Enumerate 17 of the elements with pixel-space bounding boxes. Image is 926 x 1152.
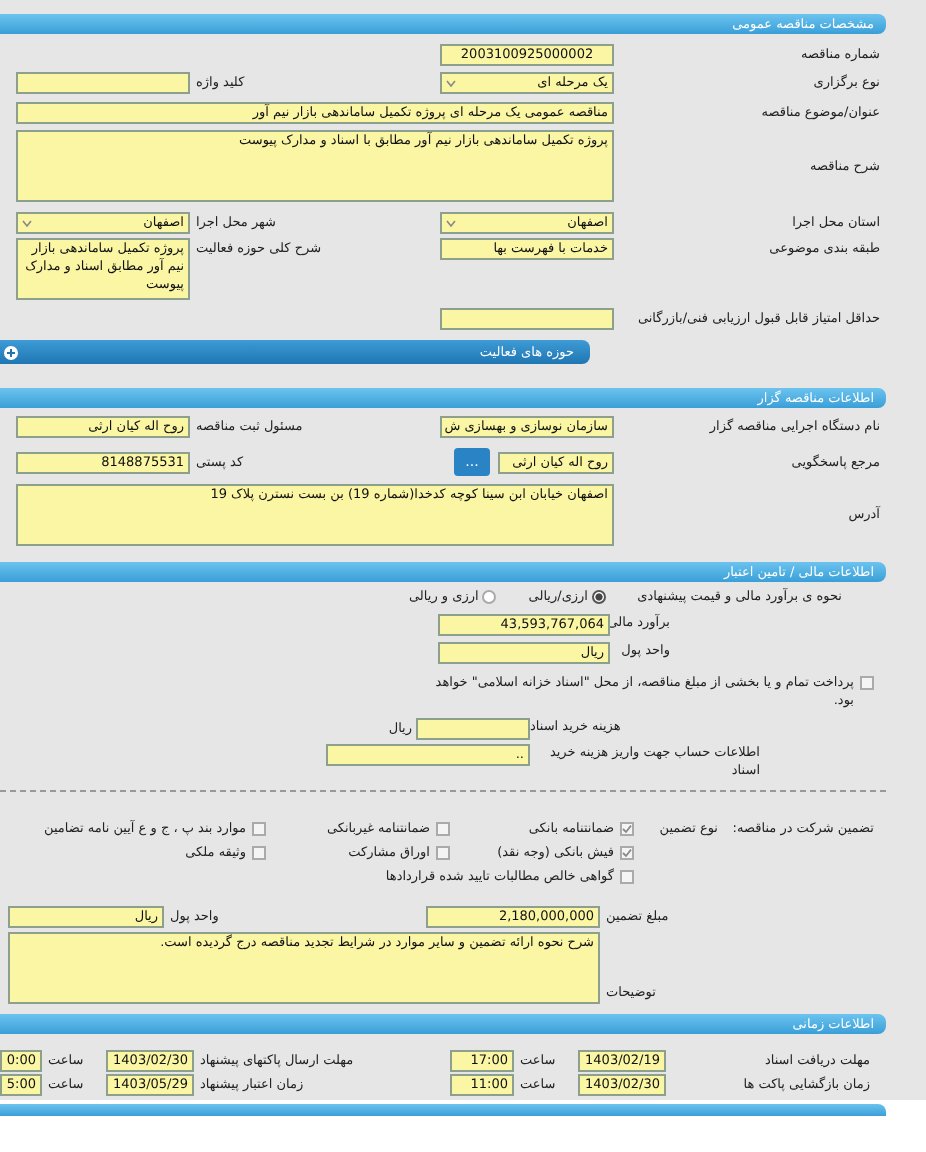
document-cost-field[interactable]	[416, 718, 530, 740]
checkbox[interactable]	[860, 676, 874, 690]
dropdown-caret-icon	[446, 80, 456, 88]
keyword-field[interactable]	[16, 72, 190, 94]
dropdown-caret-icon	[446, 220, 456, 228]
checkbox[interactable]	[436, 846, 450, 860]
plus-icon[interactable]	[4, 345, 18, 359]
checkbox[interactable]	[436, 822, 450, 836]
checkbox[interactable]	[620, 822, 634, 836]
checkbox[interactable]	[620, 846, 634, 860]
min-score-field[interactable]	[440, 308, 614, 330]
checkbox[interactable]	[252, 846, 266, 860]
checkbox[interactable]	[252, 822, 266, 836]
radio-button[interactable]	[482, 590, 497, 604]
checkbox[interactable]	[620, 870, 634, 884]
dropdown-caret-icon	[22, 220, 32, 228]
radio-button[interactable]	[592, 590, 606, 604]
